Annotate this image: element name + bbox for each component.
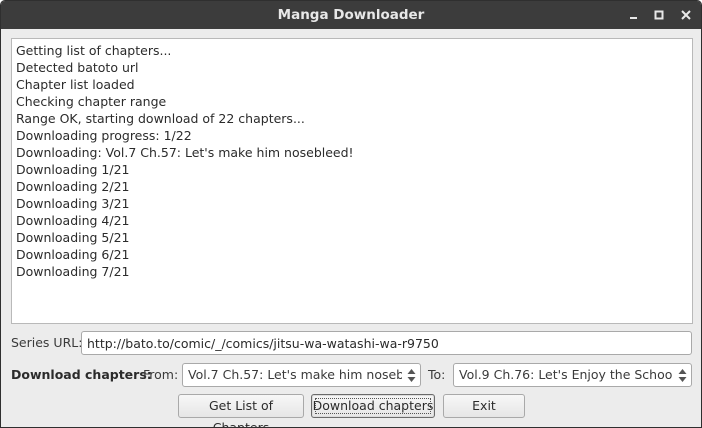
from-chapter-select[interactable]: Vol.7 Ch.57: Let's make him nosebleed bbox=[182, 363, 421, 387]
series-url-label: Series URL: bbox=[11, 335, 83, 350]
log-line: Downloading 3/21 bbox=[16, 196, 130, 211]
log-line: Chapter list loaded bbox=[16, 77, 135, 92]
to-label: To: bbox=[428, 367, 446, 382]
from-chapter-value: Vol.7 Ch.57: Let's make him nosebleed bbox=[188, 367, 402, 382]
title-bar[interactable]: Manga Downloader bbox=[1, 1, 701, 29]
minimize-icon[interactable] bbox=[625, 6, 643, 24]
log-line: Downloading progress: 1/22 bbox=[16, 128, 192, 143]
log-line: Range OK, starting download of 22 chapte… bbox=[16, 111, 305, 126]
window-title: Manga Downloader bbox=[277, 7, 425, 23]
log-line: Downloading 5/21 bbox=[16, 230, 130, 245]
close-icon[interactable] bbox=[677, 6, 695, 24]
log-line: Getting list of chapters... bbox=[16, 43, 172, 58]
main-window: Manga Downloader Getting list of chapter… bbox=[0, 0, 702, 428]
log-line: Detected batoto url bbox=[16, 60, 139, 75]
log-line: Checking chapter range bbox=[16, 94, 167, 109]
log-line: Downloading 2/21 bbox=[16, 179, 130, 194]
updown-arrows-icon bbox=[407, 369, 416, 382]
log-line: Downloading: Vol.7 Ch.57: Let's make him… bbox=[16, 145, 354, 160]
download-chapters-label: Download chapters: bbox=[11, 367, 152, 382]
download-chapters-button[interactable]: Download chapters bbox=[311, 394, 435, 418]
series-url-input[interactable] bbox=[81, 331, 692, 355]
maximize-icon[interactable] bbox=[650, 6, 668, 24]
updown-arrows-icon bbox=[678, 369, 687, 382]
to-chapter-select[interactable]: Vol.9 Ch.76: Let's Enjoy the School Trip bbox=[453, 363, 692, 387]
log-line: Downloading 7/21 bbox=[16, 264, 130, 279]
log-line: Downloading 1/21 bbox=[16, 162, 130, 177]
to-chapter-value: Vol.9 Ch.76: Let's Enjoy the School Trip bbox=[459, 367, 673, 382]
log-line: Downloading 6/21 bbox=[16, 247, 130, 262]
exit-button[interactable]: Exit bbox=[443, 394, 525, 418]
log-line: Downloading 4/21 bbox=[16, 213, 130, 228]
log-output[interactable]: Getting list of chapters... Detected bato… bbox=[11, 38, 693, 324]
get-list-button[interactable]: Get List of Chapters bbox=[178, 394, 304, 427]
from-label: From: bbox=[143, 367, 179, 382]
